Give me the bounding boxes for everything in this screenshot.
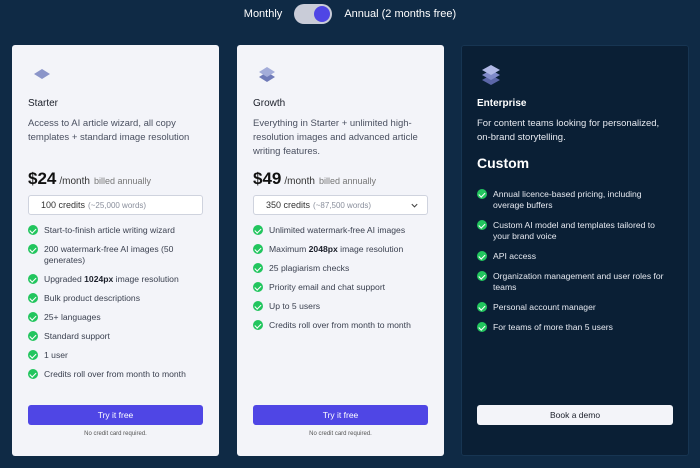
- feature-item: Credits roll over from month to month: [253, 320, 428, 331]
- feature-item: Unlimited watermark-free AI images: [253, 225, 428, 236]
- plan-price: Custom: [477, 155, 530, 171]
- check-icon: [253, 301, 263, 311]
- feature-item: 25 plagiarism checks: [253, 263, 428, 274]
- annual-label[interactable]: Annual (2 months free): [344, 8, 456, 20]
- plan-description: Everything in Starter + unlimited high-r…: [253, 118, 418, 157]
- check-icon: [477, 251, 487, 261]
- check-icon: [477, 220, 487, 230]
- check-icon: [28, 331, 38, 341]
- check-icon: [28, 244, 38, 254]
- check-icon: [28, 274, 38, 284]
- plan-price: $49: [253, 169, 282, 188]
- feature-list: Annual licence-based pricing, including …: [477, 189, 673, 333]
- feature-item: 25+ languages: [28, 312, 203, 323]
- monthly-label[interactable]: Monthly: [244, 8, 283, 20]
- no-card-note: No credit card required.: [309, 431, 372, 437]
- feature-item: Annual licence-based pricing, including …: [477, 189, 673, 211]
- try-free-button[interactable]: Try it free: [28, 405, 203, 425]
- credits-amount: 100 credits: [41, 200, 86, 210]
- feature-item: Custom AI model and templates tailored t…: [477, 220, 673, 242]
- feature-item: API access: [477, 251, 673, 262]
- chevron-down-icon: [411, 203, 418, 208]
- plan-name: Growth: [253, 98, 286, 109]
- check-icon: [28, 225, 38, 235]
- feature-item: Up to 5 users: [253, 301, 428, 312]
- billing-toggle-switch[interactable]: [294, 4, 333, 24]
- plan-name: Starter: [28, 98, 59, 109]
- feature-item: Upgraded 1024px image resolution: [28, 274, 203, 285]
- check-icon: [28, 293, 38, 303]
- feature-item: Organization management and user roles f…: [477, 271, 673, 293]
- check-icon: [253, 263, 263, 273]
- feature-item: Bulk product descriptions: [28, 293, 203, 304]
- check-icon: [477, 302, 487, 312]
- layers-icon: [482, 65, 500, 85]
- billing-toggle-row: Monthly Annual (2 months free): [0, 4, 700, 24]
- plan-name: Enterprise: [477, 98, 527, 109]
- check-icon: [477, 189, 487, 199]
- check-icon: [28, 312, 38, 322]
- resolution-emphasis: 2048px: [308, 244, 338, 254]
- layers-icon: [34, 69, 50, 79]
- feature-item: For teams of more than 5 users: [477, 322, 673, 333]
- check-icon: [253, 244, 263, 254]
- feature-item: 1 user: [28, 350, 203, 361]
- credits-dropdown[interactable]: 350 credits (~87,500 words): [253, 195, 428, 215]
- credits-box: 100 credits (~25,000 words): [28, 195, 203, 215]
- layers-icon: [259, 67, 275, 82]
- price-row: $24 /month billed annually: [28, 169, 203, 189]
- feature-item: Personal account manager: [477, 302, 673, 313]
- feature-item: Maximum 2048px image resolution: [253, 244, 428, 255]
- plan-price: $24: [28, 169, 57, 188]
- no-card-note: No credit card required.: [84, 431, 147, 437]
- plan-card-growth: Growth Everything in Starter + unlimited…: [237, 45, 444, 456]
- billing-note: billed annually: [318, 176, 376, 186]
- resolution-emphasis: 1024px: [84, 274, 114, 284]
- billing-note: billed annually: [93, 176, 151, 186]
- try-free-button[interactable]: Try it free: [253, 405, 428, 425]
- check-icon: [477, 271, 487, 281]
- feature-list: Unlimited watermark-free AI images Maxim…: [253, 225, 428, 331]
- feature-item: Priority email and chat support: [253, 282, 428, 293]
- plan-description: For content teams looking for personaliz…: [477, 118, 660, 143]
- feature-item: 200 watermark-free AI images (50 generat…: [28, 244, 203, 266]
- check-icon: [28, 350, 38, 360]
- price-row: $49 /month billed annually: [253, 169, 428, 189]
- credits-words: (~87,500 words): [313, 200, 372, 210]
- feature-item: Standard support: [28, 331, 203, 342]
- check-icon: [477, 322, 487, 332]
- check-icon: [253, 320, 263, 330]
- plan-card-enterprise: Enterprise For content teams looking for…: [461, 45, 689, 456]
- price-period: /month: [284, 176, 315, 187]
- check-icon: [253, 282, 263, 292]
- check-icon: [253, 225, 263, 235]
- check-icon: [28, 369, 38, 379]
- plan-description: Access to AI article wizard, all copy te…: [28, 118, 190, 143]
- feature-list: Start-to-finish article writing wizard 2…: [28, 225, 203, 380]
- feature-item: Start-to-finish article writing wizard: [28, 225, 203, 236]
- book-demo-button[interactable]: Book a demo: [477, 405, 673, 425]
- credits-words: (~25,000 words): [88, 200, 147, 210]
- toggle-knob: [314, 6, 331, 22]
- price-period: /month: [59, 176, 90, 187]
- feature-item: Credits roll over from month to month: [28, 369, 203, 380]
- credits-amount: 350 credits: [266, 200, 311, 210]
- plan-card-starter: Starter Access to AI article wizard, all…: [12, 45, 219, 456]
